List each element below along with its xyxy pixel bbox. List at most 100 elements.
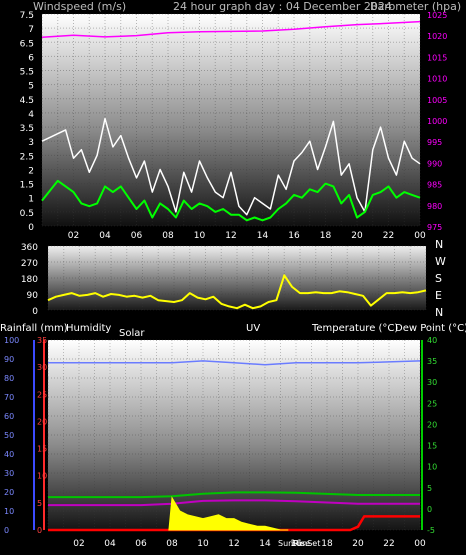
humidity-y-tick: 80	[4, 374, 14, 383]
temperature-axis-title: Temperature (°C)	[311, 323, 398, 334]
climate-x-tick: 06	[135, 539, 147, 549]
climate-x-tick: 22	[383, 539, 394, 549]
barometer-y-tick: 995	[427, 138, 442, 147]
humidity-y-tick: 90	[4, 355, 14, 364]
wind-y-tick: 5	[28, 82, 34, 92]
barometer-axis-title: Barometer (hpa)	[370, 0, 461, 13]
climate-x-tick: 14	[259, 539, 271, 549]
wind-y-tick: 5.5	[20, 68, 34, 78]
climate-x-tick: 20	[352, 539, 364, 549]
uv-legend: UV	[246, 323, 260, 334]
humidity-y-tick: 40	[4, 450, 14, 459]
humidity-axis-title: Humidity	[66, 323, 111, 334]
wind-x-tick: 00	[414, 231, 426, 241]
wind-x-tick: 06	[131, 231, 143, 241]
barometer-y-tick: 1000	[427, 117, 447, 126]
solar-legend: Solar	[119, 328, 145, 339]
temperature-y-tick: -5	[427, 526, 435, 535]
wind-x-tick: 02	[68, 231, 79, 241]
barometer-y-tick: 990	[427, 159, 442, 168]
temperature-y-tick: 35	[427, 357, 437, 366]
barometer-y-tick: 975	[427, 223, 442, 232]
humidity-y-tick: 50	[4, 431, 14, 440]
rain-y-tick: 5	[37, 499, 42, 508]
temperature-y-tick: 40	[427, 336, 437, 345]
wind-x-tick: 18	[320, 231, 332, 241]
humidity-y-tick: 10	[4, 507, 14, 516]
wind-y-tick: 0	[28, 223, 34, 233]
wind-x-tick: 16	[288, 231, 300, 241]
wind-x-tick: 08	[162, 231, 174, 241]
direction-y-tick: 0	[32, 307, 38, 317]
wind-x-tick: 22	[383, 231, 394, 241]
wind-y-tick: 2.5	[20, 152, 34, 162]
wind-y-tick: 6.5	[20, 39, 34, 49]
rain-y-tick: 30	[37, 363, 47, 372]
wind-y-tick: 3	[28, 138, 34, 148]
graph-title: 24 hour graph day : 04 December 2024	[173, 0, 392, 13]
temperature-y-tick: 5	[427, 484, 432, 493]
wind-x-tick: 10	[194, 231, 206, 241]
humidity-y-tick: 70	[4, 393, 14, 402]
rain-y-tick: 15	[37, 445, 47, 454]
wind-x-tick: 20	[351, 231, 363, 241]
humidity-y-tick: 0	[4, 526, 9, 535]
windspeed-axis-title: Windspeed (m/s)	[33, 0, 126, 13]
wind-y-tick: 7	[28, 25, 34, 35]
rain-y-tick: 35	[37, 336, 47, 345]
direction-y-tick: 360	[21, 243, 38, 253]
climate-x-tick: 18	[321, 539, 333, 549]
climate-x-tick: 02	[73, 539, 84, 549]
barometer-y-tick: 1015	[427, 53, 447, 62]
climate-x-tick: 12	[228, 539, 239, 549]
compass-e: E	[435, 289, 442, 302]
wind-x-tick: 04	[99, 231, 111, 241]
climate-x-tick: 00	[414, 539, 426, 549]
compass-n-top: N	[435, 238, 443, 251]
humidity-y-tick: 20	[4, 488, 14, 497]
barometer-y-tick: 1005	[427, 96, 447, 105]
wind-y-tick: 0.5	[20, 209, 34, 219]
temperature-y-tick: 30	[427, 378, 437, 387]
direction-y-tick: 180	[21, 275, 38, 285]
rain-y-tick: 10	[37, 472, 47, 481]
barometer-y-tick: 985	[427, 181, 442, 190]
rain-y-tick: 25	[37, 390, 47, 399]
temperature-y-tick: 0	[427, 505, 432, 514]
rain-y-tick: 0	[37, 526, 42, 535]
wind-x-tick: 14	[257, 231, 269, 241]
climate-x-tick: 04	[104, 539, 116, 549]
wind-y-tick: 6	[28, 53, 34, 63]
wind-y-tick: 4	[28, 110, 34, 120]
dewpoint-axis-title: Dew Point (°C)	[395, 323, 466, 334]
compass-w: W	[435, 255, 446, 268]
wind-y-tick: 7.5	[20, 11, 34, 21]
wind-y-tick: 2	[28, 166, 34, 176]
direction-y-tick: 270	[21, 259, 38, 269]
barometer-y-tick: 1025	[427, 11, 447, 20]
climate-x-tick: 10	[197, 539, 209, 549]
rainfall-axis-title: Rainfall (mm)	[0, 323, 68, 334]
barometer-y-tick: 980	[427, 202, 442, 211]
humidity-y-tick: 60	[4, 412, 14, 421]
humidity-y-tick: 30	[4, 469, 14, 478]
temperature-y-tick: 20	[427, 420, 437, 429]
compass-n-bottom: N	[435, 306, 443, 319]
sunset-label: SunSet	[292, 539, 320, 548]
wind-y-tick: 1	[28, 195, 34, 205]
barometer-y-tick: 1020	[427, 32, 447, 41]
climate-x-tick: 08	[166, 539, 178, 549]
wind-y-tick: 3.5	[20, 124, 34, 134]
barometer-y-tick: 1010	[427, 75, 447, 84]
rain-y-tick: 20	[37, 417, 47, 426]
wind-x-tick: 12	[225, 231, 236, 241]
compass-s: S	[435, 272, 442, 285]
wind-y-tick: 4.5	[20, 96, 34, 106]
direction-y-tick: 90	[27, 291, 39, 301]
wind-y-tick: 1.5	[20, 181, 34, 191]
weather-graph: Windspeed (m/s) 24 hour graph day : 04 D…	[0, 0, 466, 555]
humidity-y-tick: 100	[4, 336, 19, 345]
temperature-y-tick: 10	[427, 463, 437, 472]
temperature-y-tick: 15	[427, 442, 437, 451]
temperature-y-tick: 25	[427, 399, 437, 408]
